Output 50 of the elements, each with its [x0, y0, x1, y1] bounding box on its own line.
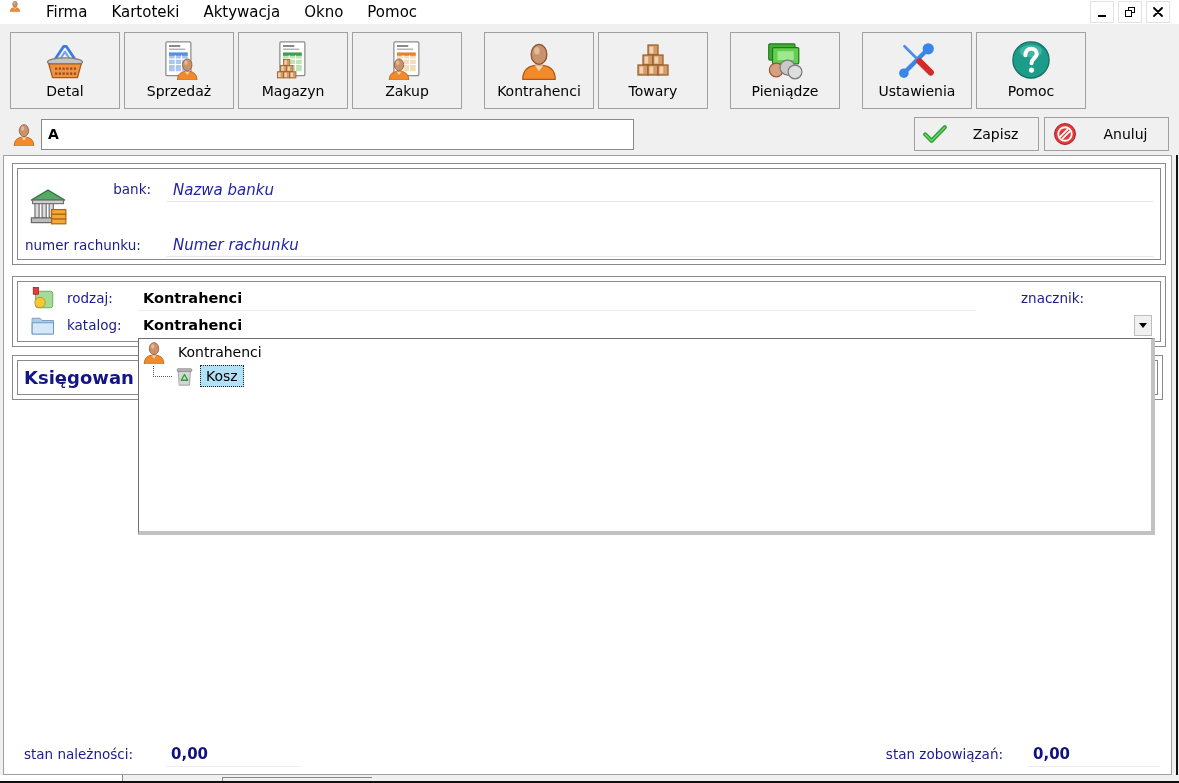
- minimize-icon: [1098, 15, 1106, 17]
- restore-button[interactable]: [1118, 1, 1142, 23]
- field-label: stan należności:: [24, 746, 133, 762]
- balance-field: 0,00: [1028, 741, 1160, 767]
- tree-item[interactable]: Kontrahenci: [172, 341, 268, 363]
- menu-item[interactable]: Firma: [45, 2, 89, 22]
- field-label: numer rachunku:: [25, 237, 141, 254]
- type-field[interactable]: Kontrahenci: [138, 285, 976, 311]
- toolbar-button[interactable]: Sprzedaż: [124, 32, 234, 109]
- toolbar-button[interactable]: Magazyn: [238, 32, 348, 109]
- tree-item[interactable]: Kosz: [200, 365, 244, 387]
- tools-icon: [897, 40, 937, 80]
- person-icon: [7, 0, 23, 12]
- toolbar-button[interactable]: Ustawienia: [862, 32, 972, 109]
- check-icon: [923, 122, 947, 146]
- restore-icon: [1125, 7, 1135, 17]
- field-label: katalog:: [67, 317, 123, 333]
- tab[interactable]: [222, 777, 372, 781]
- folder-flag-icon: [31, 286, 55, 310]
- toolbar-button[interactable]: Pieniądze: [730, 32, 840, 109]
- minimize-button[interactable]: [1090, 1, 1114, 23]
- field-label: rodzaj:: [67, 290, 114, 306]
- tree-connector: [153, 366, 172, 377]
- close-button[interactable]: [1146, 1, 1170, 23]
- caret-icon: [1139, 322, 1147, 328]
- name-field[interactable]: A: [41, 118, 634, 150]
- panel-title: Księgowan: [23, 367, 134, 388]
- toolbar-button[interactable]: Zakup: [352, 32, 462, 109]
- menu-item[interactable]: Kartoteki: [110, 2, 181, 22]
- help-icon: [1011, 40, 1051, 80]
- field-label: stan zobowiązań:: [885, 746, 1003, 762]
- field-label: bank:: [113, 181, 151, 197]
- close-icon: [1153, 7, 1163, 17]
- trash-icon: [174, 365, 195, 387]
- money-icon: [765, 40, 805, 80]
- toolbar-button[interactable]: Towary: [598, 32, 708, 109]
- person-icon: [142, 340, 166, 364]
- dropdown-button[interactable]: [1134, 314, 1152, 336]
- save-button[interactable]: Zapisz: [914, 117, 1039, 151]
- toolbar-button[interactable]: Pomoc: [976, 32, 1086, 109]
- menu-item[interactable]: Aktywacja: [202, 2, 282, 22]
- menu-item[interactable]: Okno: [303, 2, 345, 22]
- toolbar-button[interactable]: Detal: [10, 32, 120, 109]
- toolbar-button[interactable]: Kontrahenci: [484, 32, 594, 109]
- prohibition-icon: [1053, 122, 1077, 146]
- balance-field: 0,00: [166, 741, 301, 767]
- menu-item[interactable]: Pomoc: [366, 2, 419, 22]
- person-icon: [12, 122, 36, 146]
- cancel-button[interactable]: Anuluj: [1044, 117, 1169, 151]
- field-label: znacznik:: [1021, 290, 1085, 306]
